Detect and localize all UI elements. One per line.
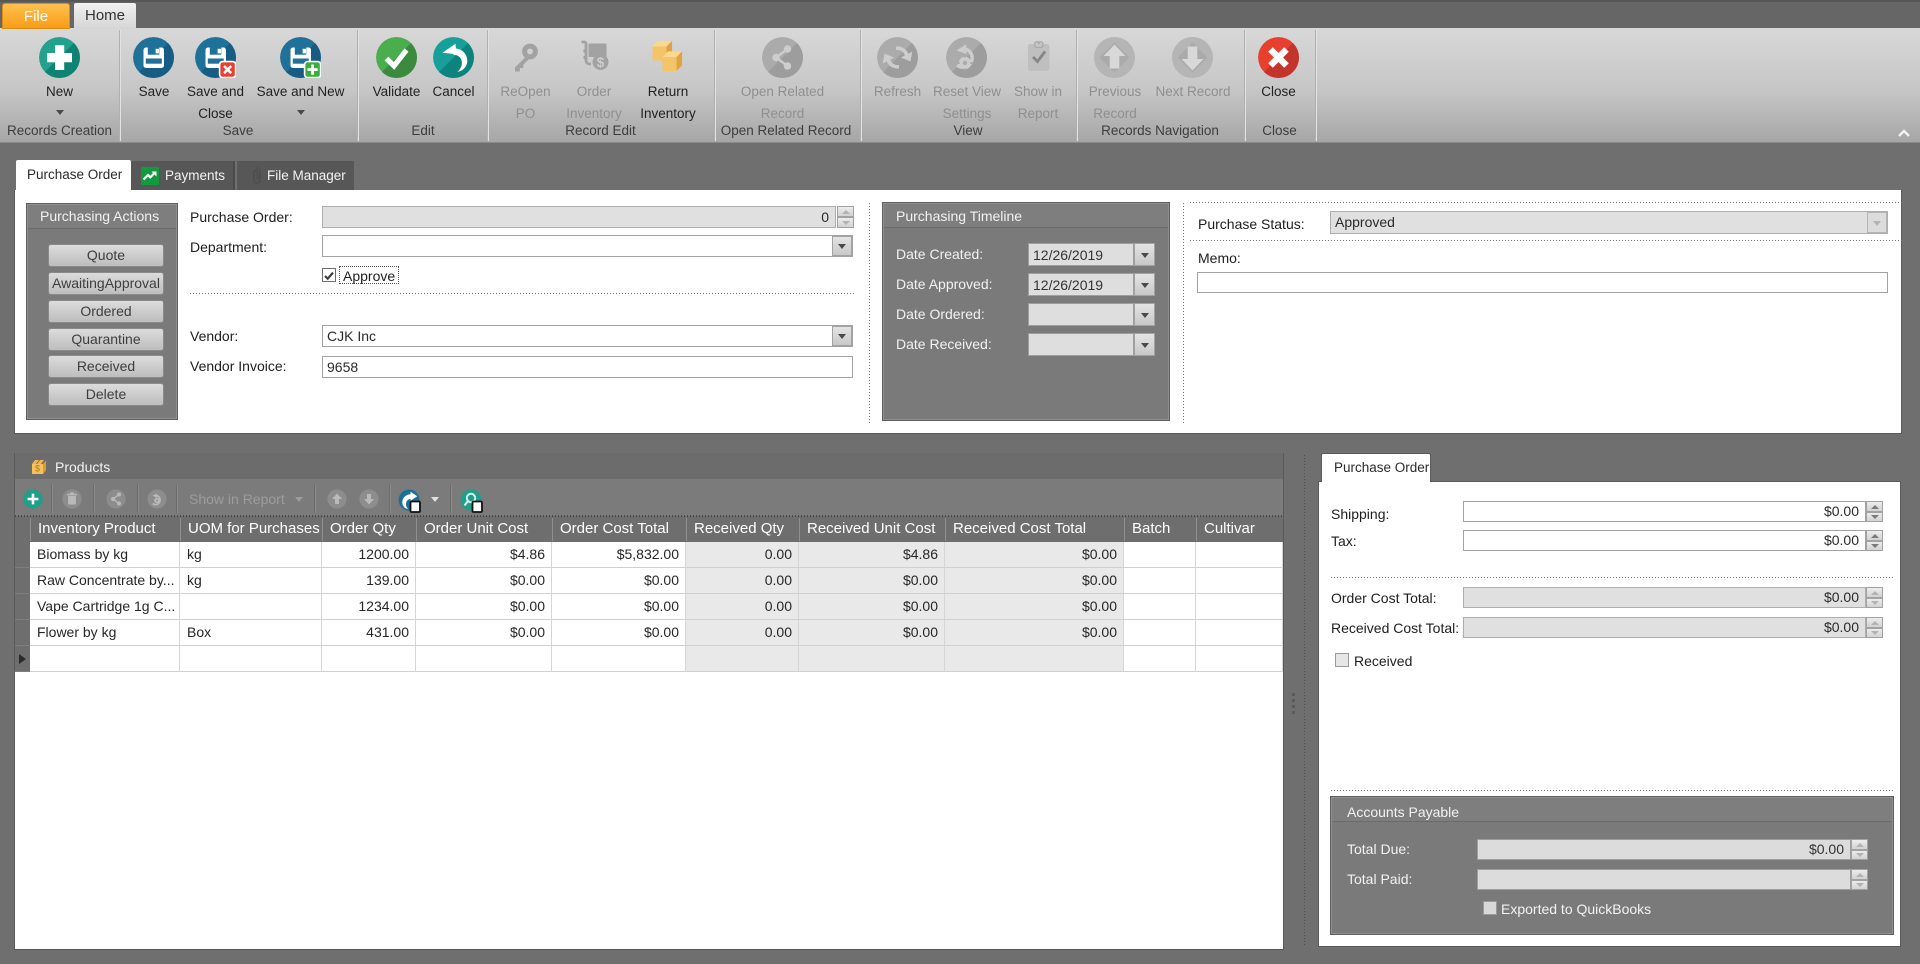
svg-text:$: $ (35, 464, 40, 474)
svg-text:$: $ (597, 55, 605, 70)
